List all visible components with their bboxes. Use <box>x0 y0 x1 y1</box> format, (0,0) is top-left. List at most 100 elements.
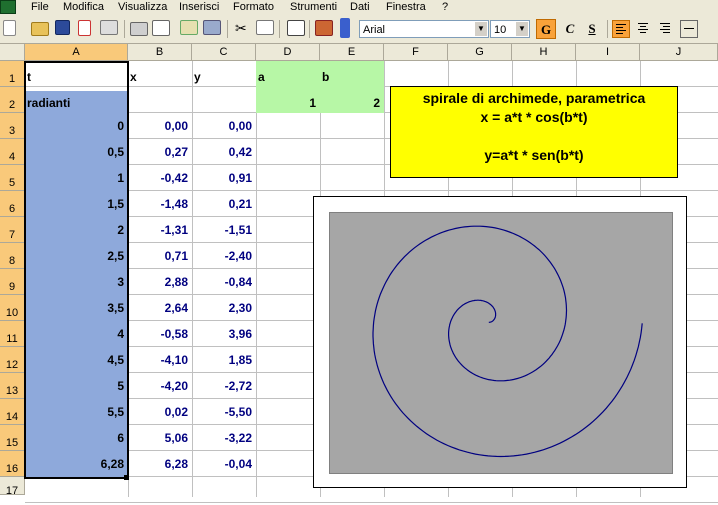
new-document-icon[interactable] <box>3 20 16 36</box>
chart-plot-area[interactable] <box>329 212 673 474</box>
open-folder-icon[interactable] <box>31 22 49 36</box>
row-header-9[interactable]: 9 <box>0 269 25 295</box>
cell-y[interactable]: -0,84 <box>192 275 256 291</box>
chevron-down-icon[interactable]: ▼ <box>475 22 487 36</box>
cell-t[interactable]: 0,5 <box>25 145 128 161</box>
cell-t[interactable]: 1,5 <box>25 197 128 213</box>
cell-x[interactable]: 0,02 <box>128 405 192 421</box>
row-header-2[interactable]: 2 <box>0 87 25 113</box>
row-header-8[interactable]: 8 <box>0 243 25 269</box>
cell-e2[interactable]: 2 <box>320 96 384 112</box>
cell-x[interactable]: -0,42 <box>128 171 192 187</box>
email-icon[interactable] <box>100 20 118 35</box>
cell-y[interactable]: -1,51 <box>192 223 256 239</box>
cell-t[interactable]: 6 <box>25 431 128 447</box>
select-all-corner[interactable] <box>0 44 25 61</box>
excel-app-icon[interactable] <box>0 0 16 14</box>
row-header-11[interactable]: 11 <box>0 321 25 347</box>
bold-button[interactable]: G <box>536 19 556 39</box>
row-header-12[interactable]: 12 <box>0 347 25 373</box>
cell-t[interactable]: 2 <box>25 223 128 239</box>
row-header-15[interactable]: 15 <box>0 425 25 451</box>
chevron-down-icon[interactable]: ▼ <box>516 22 528 36</box>
cell-c1[interactable]: y <box>194 70 254 86</box>
align-center-icon[interactable] <box>635 20 653 38</box>
column-header-e[interactable]: E <box>320 44 384 61</box>
cell-y[interactable]: 0,00 <box>192 119 256 135</box>
cell-d2[interactable]: 1 <box>256 96 320 112</box>
cell-x[interactable]: 0,71 <box>128 249 192 265</box>
cell-x[interactable]: -1,31 <box>128 223 192 239</box>
cell-y[interactable]: 0,42 <box>192 145 256 161</box>
cell-y[interactable]: -3,22 <box>192 431 256 447</box>
column-header-d[interactable]: D <box>256 44 320 61</box>
function-icon[interactable] <box>287 20 305 36</box>
row-header-4[interactable]: 4 <box>0 139 25 165</box>
cell-b1[interactable]: x <box>130 70 190 86</box>
column-header-g[interactable]: G <box>448 44 512 61</box>
fill-handle[interactable] <box>124 475 129 480</box>
cell-y[interactable]: 0,21 <box>192 197 256 213</box>
cell-x[interactable]: 0,27 <box>128 145 192 161</box>
save-icon[interactable] <box>55 20 70 35</box>
cell-x[interactable]: 5,06 <box>128 431 192 447</box>
align-right-icon[interactable] <box>657 20 675 38</box>
column-header-c[interactable]: C <box>192 44 256 61</box>
cell-a2[interactable]: radianti <box>27 96 127 112</box>
row-header-3[interactable]: 3 <box>0 113 25 139</box>
cell-y[interactable]: -5,50 <box>192 405 256 421</box>
menu-dati[interactable]: Dati <box>350 0 370 16</box>
cell-y[interactable]: -2,72 <box>192 379 256 395</box>
font-name-select[interactable]: Arial ▼ <box>359 20 489 38</box>
cell-e1[interactable]: b <box>322 70 382 86</box>
copy-icon[interactable] <box>256 20 274 35</box>
column-header-h[interactable]: H <box>512 44 576 61</box>
menu-formato[interactable]: Formato <box>233 0 274 16</box>
cell-y[interactable]: -2,40 <box>192 249 256 265</box>
menu-finestra[interactable]: Finestra <box>386 0 426 16</box>
cell-t[interactable]: 0 <box>25 119 128 135</box>
menu-strumenti[interactable]: Strumenti <box>290 0 337 16</box>
row-header-10[interactable]: 10 <box>0 295 25 321</box>
italic-button[interactable]: C <box>560 19 580 39</box>
cell-y[interactable]: 1,85 <box>192 353 256 369</box>
cell-t[interactable]: 4 <box>25 327 128 343</box>
cell-x[interactable]: -1,48 <box>128 197 192 213</box>
menu-visualizza[interactable]: Visualizza <box>118 0 167 16</box>
cell-x[interactable]: 2,64 <box>128 301 192 317</box>
cell-t[interactable]: 2,5 <box>25 249 128 265</box>
formula-textbox[interactable]: spirale di archimede, parametrica x = a*… <box>390 86 678 178</box>
merge-center-icon[interactable] <box>680 20 698 38</box>
row-header-16[interactable]: 16 <box>0 451 25 477</box>
cell-t[interactable]: 1 <box>25 171 128 187</box>
cell-y[interactable]: 3,96 <box>192 327 256 343</box>
cell-y[interactable]: 0,91 <box>192 171 256 187</box>
row-header-14[interactable]: 14 <box>0 399 25 425</box>
permission-icon[interactable] <box>78 20 91 36</box>
cell-t[interactable]: 6,28 <box>25 457 128 473</box>
menu-file[interactable]: File <box>31 0 49 16</box>
cell-t[interactable]: 5,5 <box>25 405 128 421</box>
research-icon[interactable] <box>203 20 221 35</box>
spiral-chart[interactable] <box>313 196 687 488</box>
cell-t[interactable]: 3 <box>25 275 128 291</box>
column-header-a[interactable]: A <box>25 44 128 61</box>
cell-y[interactable]: -0,04 <box>192 457 256 473</box>
row-header-13[interactable]: 13 <box>0 373 25 399</box>
cell-t[interactable]: 5 <box>25 379 128 395</box>
column-header-b[interactable]: B <box>128 44 192 61</box>
spelling-icon[interactable] <box>180 20 198 35</box>
column-header-i[interactable]: I <box>576 44 640 61</box>
underline-button[interactable]: S <box>582 19 602 39</box>
column-header-f[interactable]: F <box>384 44 448 61</box>
cut-icon[interactable]: ✂ <box>235 20 251 36</box>
chart-wizard-icon[interactable] <box>315 20 333 36</box>
menu-inserisci[interactable]: Inserisci <box>179 0 219 16</box>
cell-t[interactable]: 3,5 <box>25 301 128 317</box>
column-header-j[interactable]: J <box>640 44 718 61</box>
spiral-series-line[interactable] <box>372 225 643 458</box>
print-icon[interactable] <box>130 22 148 36</box>
print-preview-icon[interactable] <box>152 20 170 36</box>
cell-a1[interactable]: t <box>27 70 127 86</box>
cell-x[interactable]: -4,20 <box>128 379 192 395</box>
